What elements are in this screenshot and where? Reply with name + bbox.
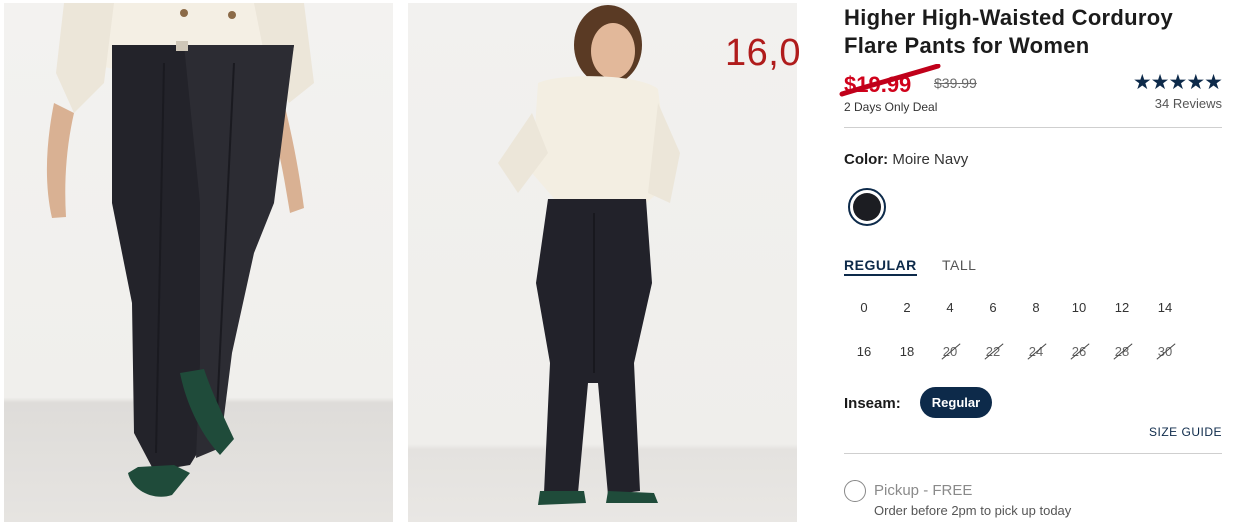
size-option[interactable]: 0 [844, 290, 884, 326]
color-label-key: Color: [844, 151, 889, 168]
size-option[interactable]: 14 [1145, 290, 1185, 326]
size-option[interactable]: 12 [1102, 290, 1142, 326]
size-option[interactable]: 4 [930, 290, 970, 326]
size-option-unavailable[interactable]: 24 [1016, 334, 1056, 370]
fit-tab-regular[interactable]: REGULAR [844, 257, 917, 276]
model-front-illustration [46, 3, 314, 497]
divider [844, 127, 1222, 128]
pickup-note: Order before 2pm to pick up today [874, 503, 1072, 518]
divider [844, 453, 1222, 454]
product-image-back[interactable] [408, 3, 797, 522]
size-option[interactable]: 2 [887, 290, 927, 326]
size-option[interactable]: 16 [844, 334, 884, 370]
size-option-unavailable[interactable]: 28 [1102, 334, 1142, 370]
size-option[interactable]: 6 [973, 290, 1013, 326]
size-option[interactable]: 10 [1059, 290, 1099, 326]
product-image-front[interactable] [4, 3, 393, 522]
size-option[interactable]: 8 [1016, 290, 1056, 326]
rating-stars[interactable]: ★★★★★ [1133, 70, 1223, 95]
swatch-fill [853, 193, 881, 221]
deal-label: 2 Days Only Deal [844, 100, 938, 114]
original-price: $39.99 [934, 75, 977, 91]
product-details-panel: Higher High-Waisted Corduroy Flare Pants… [839, 0, 1223, 529]
overlay-price-text: 16,0 [725, 32, 801, 74]
size-option[interactable]: 18 [887, 334, 927, 370]
inseam-label: Inseam: [844, 395, 901, 412]
pickup-label: Pickup - FREE [874, 482, 973, 499]
color-label: Color: Moire Navy [844, 151, 968, 168]
inseam-regular-button[interactable]: Regular [920, 387, 992, 418]
size-option-unavailable[interactable]: 20 [930, 334, 970, 370]
price-row: $19.99 $39.99 2 Days Only Deal ★★★★★ 34 … [839, 64, 1223, 118]
color-swatch-moire-navy[interactable] [848, 188, 886, 226]
red-strike-mark [839, 64, 941, 97]
size-option-unavailable[interactable]: 22 [973, 334, 1013, 370]
model-back-illustration [498, 5, 680, 505]
fit-tab-tall[interactable]: TALL [942, 257, 976, 273]
size-guide-link[interactable]: SIZE GUIDE [1149, 425, 1222, 439]
pickup-radio[interactable] [844, 480, 866, 502]
product-title: Higher High-Waisted Corduroy Flare Pants… [844, 5, 1174, 58]
size-option-unavailable[interactable]: 26 [1059, 334, 1099, 370]
size-option-unavailable[interactable]: 30 [1145, 334, 1185, 370]
color-value: Moire Navy [892, 151, 969, 168]
reviews-link[interactable]: 34 Reviews [1155, 96, 1222, 111]
